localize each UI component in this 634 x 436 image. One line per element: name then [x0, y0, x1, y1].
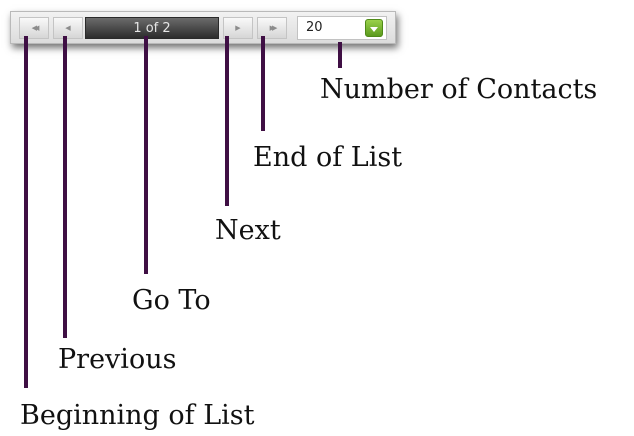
- label-number-of-contacts: Number of Contacts: [320, 74, 598, 105]
- label-end-of-list: End of List: [253, 142, 403, 173]
- previous-page-button[interactable]: ◀: [53, 17, 83, 39]
- chevron-left-icon: ◀: [65, 23, 71, 32]
- go-to-page-field[interactable]: 1 of 2: [85, 17, 219, 39]
- caret-down-icon[interactable]: [365, 19, 383, 37]
- callout-line-previous: [63, 36, 67, 338]
- contacts-per-page-select[interactable]: 20: [297, 16, 387, 40]
- label-next: Next: [215, 215, 281, 246]
- callout-line-end: [261, 36, 265, 131]
- page-indicator: 1 of 2: [133, 20, 171, 36]
- double-chevron-left-icon: ◀◀: [31, 23, 40, 32]
- label-go-to: Go To: [132, 285, 211, 316]
- label-previous: Previous: [58, 344, 177, 375]
- label-beginning-of-list: Beginning of List: [20, 400, 255, 431]
- callout-line-number: [338, 42, 342, 68]
- pagination-toolbar: ◀◀ ◀ 1 of 2 ▶ ▶▶ 20: [10, 11, 396, 44]
- contacts-per-page-value: 20: [306, 20, 323, 35]
- callout-line-beginning: [24, 36, 28, 388]
- double-chevron-right-icon: ▶▶: [269, 23, 278, 32]
- callout-line-next: [225, 36, 229, 206]
- chevron-right-icon: ▶: [235, 23, 241, 32]
- callout-line-goto: [144, 36, 148, 274]
